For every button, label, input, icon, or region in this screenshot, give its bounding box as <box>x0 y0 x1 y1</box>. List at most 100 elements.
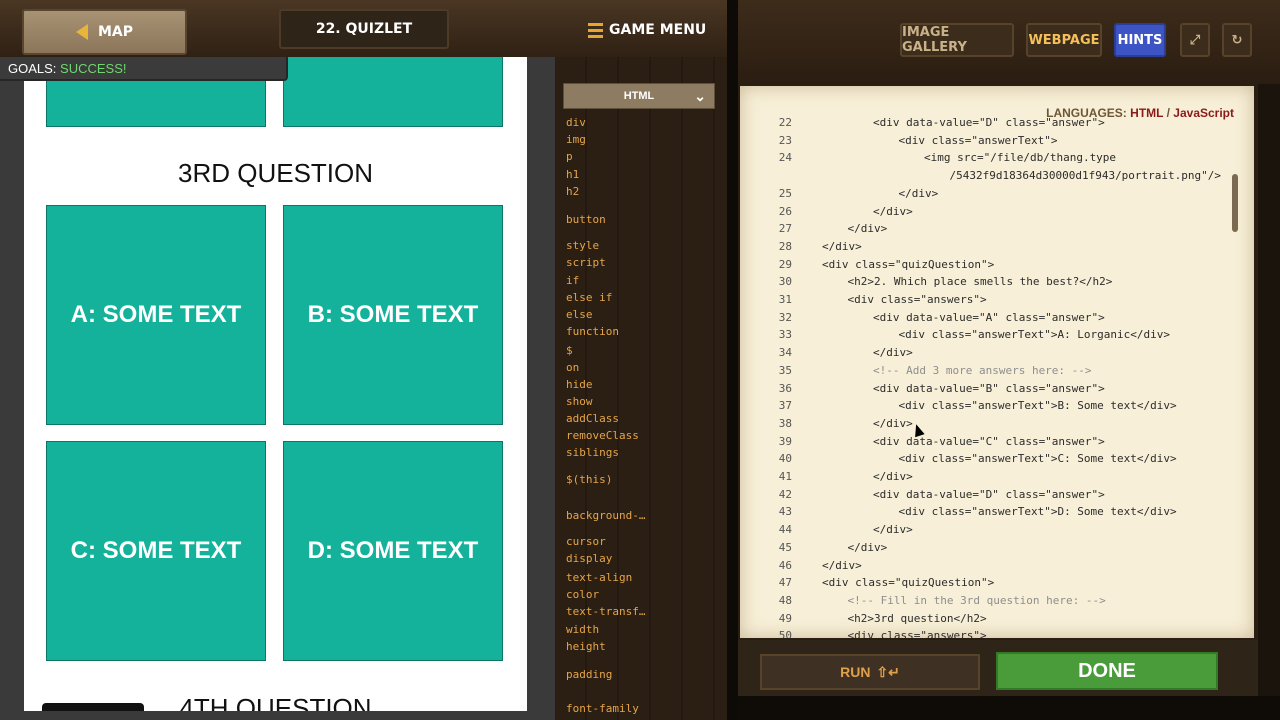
palette-item[interactable]: removeClass <box>566 429 639 442</box>
palette-item[interactable]: h1 <box>566 168 579 181</box>
reload-icon[interactable]: ↻ <box>1222 23 1252 57</box>
palette-item[interactable]: script <box>566 256 606 269</box>
editor-scrollbar[interactable] <box>1232 174 1238 232</box>
palette-item[interactable]: on <box>566 361 579 374</box>
answer-tile-a[interactable]: A: SOME TEXT <box>46 205 266 425</box>
language-separator: / <box>1166 106 1170 120</box>
palette-item[interactable]: background-… <box>566 509 645 522</box>
code-line[interactable]: <div class="quizQuestion"> <box>822 576 994 589</box>
code-line[interactable]: <h2>3rd question</h2> <box>848 612 987 625</box>
code-line[interactable]: <div class="answerText"> <box>899 134 1058 147</box>
image-gallery-button[interactable]: IMAGE GALLERY <box>900 23 1014 57</box>
line-number: 30 <box>778 275 792 289</box>
code-line[interactable]: </div> <box>899 187 939 200</box>
palette-item[interactable]: padding <box>566 668 612 681</box>
line-number: 24 <box>778 151 792 165</box>
language-dropdown[interactable]: HTML ⌄ <box>563 83 715 109</box>
code-line[interactable]: <div data-value="C" class="answer"> <box>873 435 1105 448</box>
code-line[interactable]: <div class="answerText">D: Some text</di… <box>899 505 1177 518</box>
expand-icon[interactable]: ⤢ <box>1180 23 1210 57</box>
palette-item[interactable]: font-family <box>566 702 639 715</box>
palette-item[interactable]: function <box>566 325 619 338</box>
line-number: 32 <box>778 310 792 324</box>
palette-item[interactable]: siblings <box>566 446 619 459</box>
code-line[interactable]: <h2>2. Which place smells the best?</h2> <box>848 275 1113 288</box>
code-editor[interactable]: LANGUAGES: HTML / JavaScript 22 <div data… <box>740 86 1254 638</box>
code-line[interactable]: <img src="/file/db/thang.type <box>924 151 1116 164</box>
code-line[interactable]: </div> <box>873 346 913 359</box>
palette-item[interactable]: style <box>566 239 599 252</box>
code-line[interactable]: <div class="answerText">A: Lorganic</div… <box>899 328 1171 341</box>
hamburger-icon <box>588 22 603 38</box>
game-menu-button[interactable]: GAME MENU <box>588 22 706 38</box>
palette-item[interactable]: button <box>566 213 606 226</box>
code-line[interactable]: <div data-value="A" class="answer"> <box>873 311 1105 324</box>
line-number: 33 <box>778 328 792 342</box>
palette-item[interactable]: text-transf… <box>566 605 645 618</box>
palette-item[interactable]: div <box>566 116 586 129</box>
line-number: 45 <box>778 540 792 554</box>
code-line[interactable]: <div class="answerText">C: Some text</di… <box>899 452 1177 465</box>
palette-item[interactable]: height <box>566 640 606 653</box>
palette-item[interactable]: $ <box>566 344 573 357</box>
palette-item[interactable]: addClass <box>566 412 619 425</box>
palette-item[interactable]: img <box>566 133 586 146</box>
code-line[interactable]: <div class="answerText">B: Some text</di… <box>899 399 1177 412</box>
run-button-label: RUN <box>840 664 871 680</box>
answer-tile-c[interactable]: C: SOME TEXT <box>46 441 266 661</box>
code-comment[interactable]: <!-- Add 3 more answers here: --> <box>873 364 1092 377</box>
code-line[interactable]: </div> <box>873 523 913 536</box>
code-line[interactable]: </div> <box>822 240 862 253</box>
language-html[interactable]: HTML <box>1130 106 1163 120</box>
webpage-preview[interactable]: 3RD QUESTION A: SOME TEXT B: SOME TEXT C… <box>24 57 527 711</box>
palette-item[interactable]: display <box>566 552 612 565</box>
code-palette: HTML ⌄ div img p h1 h2 button style script if els… <box>555 57 735 720</box>
code-line[interactable]: <div class="answers"> <box>848 293 987 306</box>
code-line[interactable]: </div> <box>873 205 913 218</box>
done-button[interactable]: DONE <box>996 652 1218 690</box>
code-comment[interactable]: <!-- Fill in the 3rd question here: --> <box>848 594 1106 607</box>
code-line[interactable]: </div> <box>848 541 888 554</box>
palette-item[interactable]: p <box>566 150 573 163</box>
code-line[interactable]: /5432f9d18364d30000d1f943/portrait.png"/… <box>950 169 1222 182</box>
prev-question-tile-right[interactable] <box>283 57 503 127</box>
back-arrow-icon <box>75 24 88 40</box>
palette-item[interactable]: text-align <box>566 571 632 584</box>
palette-item[interactable]: else if <box>566 291 612 304</box>
hints-button[interactable]: HINTS <box>1114 23 1166 57</box>
line-number: 43 <box>778 505 792 519</box>
code-line[interactable]: </div> <box>848 222 888 235</box>
palette-item[interactable]: show <box>566 395 593 408</box>
palette-item[interactable]: width <box>566 623 599 636</box>
line-number: 25 <box>778 186 792 200</box>
fourth-question-heading: 4TH QUESTION <box>179 693 372 711</box>
line-number: 27 <box>778 222 792 236</box>
webpage-button[interactable]: WEBPAGE <box>1026 23 1102 57</box>
language-javascript[interactable]: JavaScript <box>1173 106 1234 120</box>
answer-tile-b[interactable]: B: SOME TEXT <box>283 205 503 425</box>
code-line[interactable]: <div data-value="B" class="answer"> <box>873 382 1105 395</box>
palette-item[interactable]: else <box>566 308 593 321</box>
editor-side-border <box>1258 84 1280 696</box>
palette-item[interactable]: if <box>566 274 579 287</box>
code-line[interactable]: </div> <box>873 417 913 430</box>
line-number: 31 <box>778 293 792 306</box>
palette-item[interactable]: $(this) <box>566 473 612 486</box>
palette-item[interactable]: hide <box>566 378 593 391</box>
level-title: 22. QUIZLET <box>279 9 449 49</box>
palette-item[interactable]: color <box>566 588 599 601</box>
goals-status-bar: GOALS: SUCCESS! <box>0 57 288 81</box>
code-line[interactable]: </div> <box>873 470 913 483</box>
palette-item[interactable]: h2 <box>566 185 579 198</box>
code-line[interactable]: </div> <box>822 559 862 572</box>
code-line[interactable]: <div data-value="D" class="answer"> <box>873 116 1105 129</box>
map-button[interactable]: MAP <box>22 9 187 55</box>
code-line[interactable]: <div class="answers"> <box>848 629 987 638</box>
answer-tile-d[interactable]: D: SOME TEXT <box>283 441 503 661</box>
code-line[interactable]: <div data-value="D" class="answer"> <box>873 488 1105 501</box>
code-line[interactable]: <div class="quizQuestion"> <box>822 258 994 271</box>
run-button[interactable]: RUN ⇧↵ <box>760 654 980 690</box>
palette-item[interactable]: cursor <box>566 535 606 548</box>
line-number: 28 <box>778 239 792 253</box>
line-number: 34 <box>778 346 792 360</box>
